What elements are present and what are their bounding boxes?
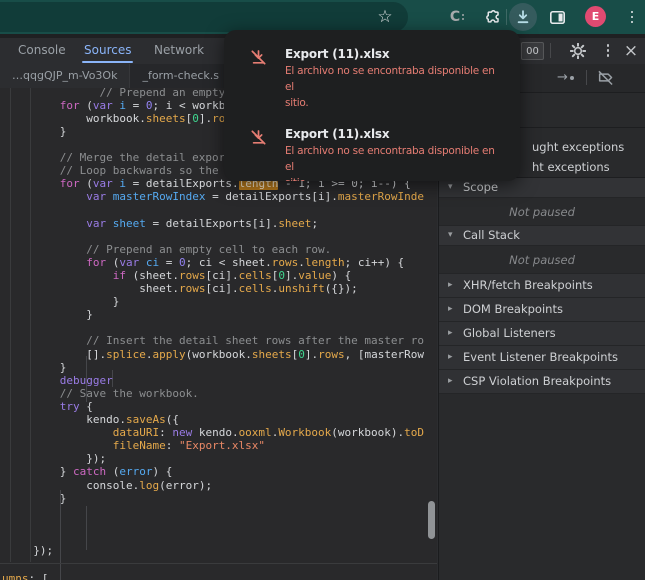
sidebar-section-xhr-fetch-breakpoints[interactable]: ▸ XHR/fetch Breakpoints bbox=[439, 274, 645, 298]
download-off-icon bbox=[250, 46, 267, 111]
chevron-right-icon: ▸ bbox=[448, 370, 453, 393]
downloads-button[interactable] bbox=[509, 3, 537, 31]
download-error-message: El archivo no se encontraba disponible e… bbox=[285, 143, 506, 175]
code-line: // Prepend an empty cell to each row. bbox=[20, 243, 331, 256]
extension-c-dots bbox=[462, 14, 464, 20]
editor-scrollbar-thumb[interactable] bbox=[428, 501, 435, 539]
address-bar[interactable] bbox=[0, 2, 408, 32]
download-error-message: sitio. bbox=[285, 175, 506, 181]
toolbar-separator bbox=[506, 9, 507, 25]
code-line: } bbox=[20, 361, 66, 374]
file-tab[interactable]: …qqgQJP_m-Vo3Ok bbox=[0, 64, 130, 88]
devtools-tab-sources[interactable]: Sources bbox=[84, 38, 131, 63]
section-label: DOM Breakpoints bbox=[463, 302, 563, 316]
code-line: sheet.rows[ci].cells.unshift({}); bbox=[20, 282, 358, 295]
code-line: var masterRowIndex = detailExports[i].ma… bbox=[20, 190, 424, 203]
extensions-puzzle-icon[interactable] bbox=[482, 0, 502, 34]
code-line: // Loop backwards so the bbox=[20, 164, 219, 177]
section-label: Scope bbox=[463, 180, 498, 194]
sidebar-section-csp-violation-breakpoints[interactable]: ▸ CSP Violation Breakpoints bbox=[439, 370, 645, 394]
code-line: fileName: "Export.xlsx" bbox=[20, 439, 265, 452]
code-line: for (var ci = 0; ci < sheet.rows.length;… bbox=[20, 256, 404, 269]
downloads-popup: Export (11).xlsxEl archivo no se encontr… bbox=[224, 30, 520, 181]
side-panel-icon[interactable] bbox=[547, 0, 567, 34]
sidebar-section-call-stack[interactable]: ▾ Call Stack bbox=[439, 226, 645, 246]
deactivate-breakpoints-icon[interactable] bbox=[597, 69, 614, 90]
settings-gear-icon[interactable] bbox=[568, 38, 588, 63]
sidebar-section-global-listeners[interactable]: ▸ Global Listeners bbox=[439, 322, 645, 346]
toolbar-divider bbox=[586, 70, 587, 85]
chevron-right-icon: ▸ bbox=[448, 298, 453, 321]
pause-uncaught-exceptions-label[interactable]: ught exceptions bbox=[532, 141, 624, 154]
sidebar-section-dom-breakpoints[interactable]: ▸ DOM Breakpoints bbox=[439, 298, 645, 322]
tabbar-separator bbox=[550, 43, 551, 58]
code-line-clipped: umns: [ bbox=[2, 572, 48, 580]
code-line: } bbox=[20, 295, 119, 308]
extension-c-letter: C bbox=[450, 9, 460, 25]
code-line: console.log(error); bbox=[20, 479, 212, 492]
code-line: [].splice.apply(workbook.sheets[0].rows,… bbox=[20, 348, 424, 361]
section-status-text: Not paused bbox=[439, 198, 645, 226]
step-button[interactable]: → bbox=[557, 64, 574, 91]
code-line: // Merge the detail expor bbox=[20, 151, 225, 164]
download-off-icon bbox=[250, 126, 267, 181]
code-line: // Save the workbook. bbox=[20, 387, 199, 400]
section-status-text: Not paused bbox=[439, 246, 645, 274]
code-line: dataURI: new kendo.ooxml.Workbook(workbo… bbox=[20, 426, 424, 439]
devtools-tab-console[interactable]: Console bbox=[18, 38, 66, 63]
chevron-right-icon: ▸ bbox=[448, 274, 453, 297]
download-filename: Export (11).xlsx bbox=[285, 126, 506, 143]
extension-c-icon[interactable]: C bbox=[446, 0, 468, 34]
browser-menu-icon[interactable] bbox=[625, 0, 639, 34]
sidebar-section-event-listener-breakpoints[interactable]: ▸ Event Listener Breakpoints bbox=[439, 346, 645, 370]
devtools-badge: 00 bbox=[521, 42, 544, 60]
code-line: workbook.sheets[0].ro bbox=[20, 112, 225, 125]
code-line: // Insert the detail sheet rows after th… bbox=[20, 334, 424, 347]
section-label: Global Listeners bbox=[463, 326, 556, 340]
indent-guide bbox=[86, 506, 87, 550]
download-error-message: sitio. bbox=[285, 95, 506, 111]
gutter-line bbox=[10, 88, 11, 562]
sidebar-sections: ▾ScopeNot paused▾Call StackNot paused▸XH… bbox=[439, 178, 645, 394]
code-line: } catch (error) { bbox=[20, 465, 172, 478]
devtools-menu-icon[interactable] bbox=[600, 38, 616, 63]
sidebar-section-scope[interactable]: ▾Scope bbox=[439, 178, 645, 198]
bookmark-star-icon[interactable]: ☆ bbox=[372, 0, 398, 34]
download-filename: Export (11).xlsx bbox=[285, 46, 506, 63]
download-icon bbox=[515, 9, 531, 25]
devtools-tab-network[interactable]: Network bbox=[154, 38, 204, 63]
code-line: }); bbox=[20, 544, 53, 557]
section-label: XHR/fetch Breakpoints bbox=[463, 278, 593, 292]
devtools-close-icon[interactable]: × bbox=[618, 38, 644, 63]
pause-caught-exceptions-label[interactable]: ht exceptions bbox=[532, 161, 610, 174]
step-dot bbox=[570, 76, 574, 80]
section-label: CSP Violation Breakpoints bbox=[463, 374, 611, 388]
file-tab[interactable]: _form-check.s bbox=[130, 64, 232, 88]
browser-window: ☆ C E Console Sources Network bbox=[0, 0, 645, 580]
section-label: Call Stack bbox=[463, 228, 520, 242]
code-line: for (var i = 0; i < workb bbox=[20, 99, 225, 112]
editor-bottom-divider bbox=[0, 563, 437, 564]
code-line: if (sheet.rows[ci].cells[0].value) { bbox=[20, 269, 351, 282]
code-line: kendo.saveAs({ bbox=[20, 413, 179, 426]
download-item[interactable]: Export (11).xlsxEl archivo no se encontr… bbox=[250, 46, 506, 111]
code-line: try { bbox=[20, 400, 93, 413]
chevron-right-icon: ▸ bbox=[448, 346, 453, 369]
chevron-right-icon: ▸ bbox=[448, 322, 453, 345]
browser-toolbar: ☆ C E bbox=[0, 0, 645, 34]
code-line: } bbox=[20, 125, 66, 138]
code-line: debugger bbox=[20, 374, 113, 387]
code-line: } bbox=[20, 492, 66, 505]
code-line: }); bbox=[20, 452, 106, 465]
profile-avatar[interactable]: E bbox=[585, 6, 606, 27]
download-item[interactable]: Export (11).xlsxEl archivo no se encontr… bbox=[250, 126, 506, 181]
code-line: } bbox=[20, 308, 93, 321]
download-error-message: El archivo no se encontraba disponible e… bbox=[285, 63, 506, 95]
chevron-down-icon: ▾ bbox=[448, 226, 453, 245]
code-line: var sheet = detailExports[i].sheet; bbox=[20, 217, 318, 230]
step-arrow-icon: → bbox=[557, 70, 568, 85]
section-label: Event Listener Breakpoints bbox=[463, 350, 618, 364]
